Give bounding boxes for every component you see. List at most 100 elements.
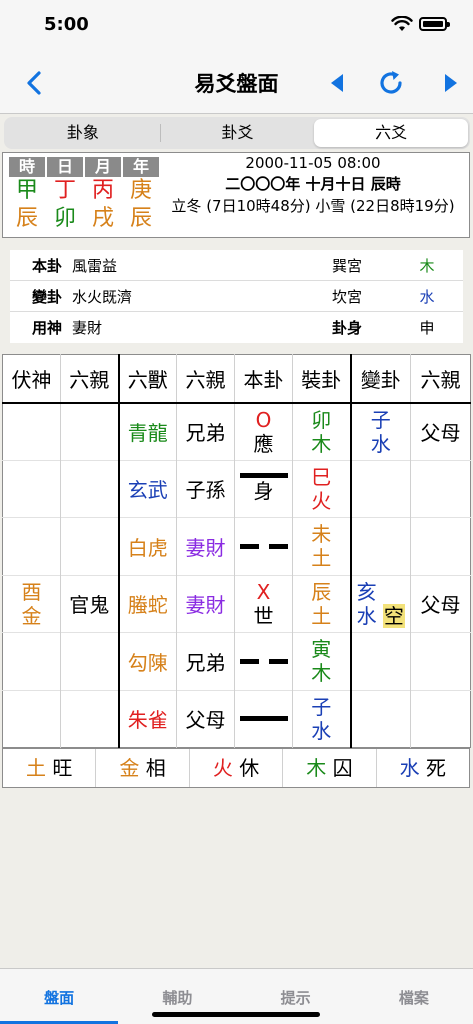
yao-label: 身	[253, 479, 274, 504]
zhuanggua-cell: 寅木	[292, 632, 351, 690]
zhuang-branch: 巳	[311, 464, 332, 489]
six-yao-table: 伏神 六親 六獸 六親 本卦 裝卦 變卦 六親 青龍 兄弟 O 應卯木子水 父母 玄武子…	[2, 354, 471, 748]
element-state: 水 死	[375, 749, 469, 787]
fushen-cell: 酉金	[2, 574, 61, 633]
moving-mark: X	[256, 579, 271, 604]
previous-triangle-icon[interactable]	[328, 72, 348, 94]
state-value: 囚	[332, 756, 353, 780]
bengua-cell: X世	[234, 574, 293, 633]
fushen-element: 金	[21, 603, 42, 628]
bengua-cell	[234, 632, 293, 690]
bengua-cell: 身	[234, 459, 293, 518]
element-states-bar: 土 旺 金 相 火 休 木 囚 水 死	[2, 748, 470, 788]
yao-row: 青龍 兄弟 O 應卯木子水 父母	[2, 402, 471, 460]
pillar-stem: 丁	[53, 178, 76, 203]
yang-line	[239, 716, 288, 722]
bengua-cell: O應	[234, 402, 293, 460]
moving-mark: O	[255, 407, 272, 432]
liuqin-cell: 妻財	[176, 574, 235, 633]
yao-row: 酉金官鬼 螣蛇 妻財 X 世辰土亥水 空父母	[2, 574, 471, 633]
zhuang-element: 木	[311, 431, 332, 456]
segment-gua-xiang[interactable]: 卦象	[6, 119, 160, 147]
header-liushou: 六獸	[117, 354, 177, 404]
bengua-cell	[234, 689, 293, 748]
fu-liuqin-cell	[60, 402, 119, 460]
pillar-branch: 辰	[15, 206, 38, 231]
biangua-cell: 子水	[349, 402, 411, 460]
zhuang-element: 土	[311, 546, 332, 571]
biangua-cell	[349, 459, 411, 518]
element-state: 火 休	[188, 749, 282, 787]
pillar-branch: 辰	[129, 206, 152, 231]
state-value: 休	[239, 756, 260, 780]
gua-info-key: 本卦	[31, 256, 62, 275]
tab-dangan[interactable]: 檔案	[355, 969, 473, 1024]
home-indicator	[152, 1012, 320, 1017]
fushen-cell	[2, 517, 61, 575]
liuqin-cell: 父母	[176, 689, 235, 748]
beast-cell: 青龍	[117, 402, 177, 460]
fu-liuqin-cell	[60, 517, 119, 575]
element-state: 土 旺	[3, 749, 95, 787]
header-biangua: 變卦	[349, 354, 411, 404]
pillar-month: 月 丙 戌	[85, 157, 121, 233]
battery-icon	[419, 17, 450, 31]
bian-liuqin-cell: 父母	[410, 402, 471, 460]
yao-label: 世	[253, 603, 274, 628]
biangua-cell	[349, 517, 411, 575]
yao-row: 勾陳 兄弟寅木	[2, 632, 471, 690]
pillar-head: 時	[9, 157, 45, 177]
zhuanggua-cell: 子水	[292, 689, 351, 748]
liuqin-cell: 兄弟	[176, 632, 235, 690]
bian-liuqin-cell	[410, 689, 471, 748]
gua-info-row: 本卦 風雷益 巽宮 木	[10, 250, 463, 281]
pillar-stem: 庚	[129, 178, 152, 203]
beast-cell: 白虎	[117, 517, 177, 575]
view-segmented-control: 卦象 卦爻 六爻	[4, 117, 470, 149]
biangua-cell	[349, 632, 411, 690]
tab-panmian[interactable]: 盤面	[0, 969, 119, 1024]
bengua-cell	[234, 517, 293, 575]
gua-info-element: 水	[419, 287, 435, 306]
next-triangle-icon[interactable]	[440, 72, 460, 94]
bian-liuqin-cell	[410, 632, 471, 690]
fushen-cell	[2, 402, 61, 460]
zhuang-branch: 辰	[311, 579, 332, 604]
bian-branch: 子	[370, 407, 391, 432]
zhuang-branch: 子	[311, 694, 332, 719]
zhuang-branch: 寅	[311, 637, 332, 662]
status-bar: 5:00	[0, 0, 473, 50]
gua-info-key: 變卦	[31, 287, 62, 306]
segment-liu-yao[interactable]: 六爻	[314, 119, 469, 147]
liuqin-cell: 兄弟	[176, 402, 235, 460]
lunar-date: 二〇〇〇年 十月十日 辰時	[225, 175, 401, 193]
yin-line	[239, 543, 288, 549]
state-element: 火	[212, 756, 233, 780]
biangua-cell: 亥水 空	[349, 574, 411, 633]
fushen-branch: 酉	[21, 579, 42, 604]
gua-info-palace: 巽宮	[332, 256, 363, 275]
beast-cell: 螣蛇	[117, 574, 177, 633]
beast-cell: 玄武	[117, 459, 177, 518]
wifi-icon	[391, 16, 413, 31]
state-value: 旺	[52, 756, 73, 780]
table-header-row: 伏神 六親 六獸 六親 本卦 裝卦 變卦 六親	[2, 354, 471, 404]
liuqin-cell: 妻財	[176, 517, 235, 575]
gua-info-panel: 本卦 風雷益 巽宮 木 變卦 水火既濟 坎宮 水 用神 妻財 卦身 申	[10, 250, 463, 343]
biangua-cell	[349, 689, 411, 748]
refresh-icon[interactable]	[376, 68, 406, 98]
segment-gua-yao[interactable]: 卦爻	[161, 119, 315, 147]
zhuanggua-cell: 辰土	[292, 574, 351, 633]
gua-info-palace: 卦身	[332, 319, 363, 337]
fushen-cell	[2, 632, 61, 690]
fu-liuqin-cell	[60, 632, 119, 690]
date-panel: 時 甲 辰 日 丁 卯 月 丙 戌 年 庚 辰 2000-11-05 08:00…	[2, 152, 470, 238]
gua-info-key: 用神	[31, 319, 62, 337]
state-element: 水	[399, 756, 420, 780]
zhuang-element: 土	[311, 603, 332, 628]
state-value: 相	[145, 756, 166, 780]
yao-row: 白虎 妻財未土	[2, 517, 471, 575]
gregorian-date: 2000-11-05 08:00	[245, 154, 381, 172]
fu-liuqin-cell: 官鬼	[60, 574, 119, 633]
bian-liuqin-cell	[410, 517, 471, 575]
